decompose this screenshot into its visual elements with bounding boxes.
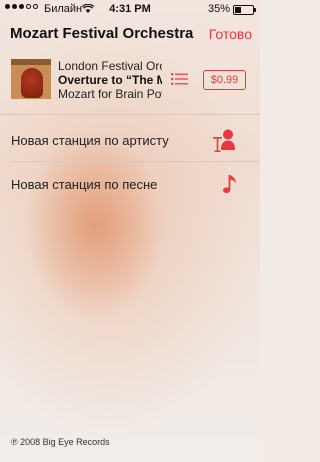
header: Mozart Festival Orchestra Готово — [0, 20, 260, 50]
copyright-notice: ℗ 2008 Big Eye Records — [11, 437, 110, 447]
artwork-title-band — [11, 59, 51, 65]
page-title: Mozart Festival Orchestra — [10, 25, 194, 42]
new-station-by-song[interactable]: Новая станция по песне — [0, 162, 260, 206]
artwork-portrait — [21, 68, 43, 98]
track-list-icon[interactable] — [171, 73, 188, 85]
new-station-by-artist[interactable]: Новая станция по артисту — [0, 118, 260, 162]
battery-icon — [233, 5, 256, 15]
track-album: Mozart for Brain Power — [58, 87, 162, 101]
microphone-person-icon — [213, 129, 235, 152]
track-title: Overture to “The Marriage of Figaro” — [58, 73, 162, 87]
album-artwork[interactable] — [11, 59, 51, 99]
done-button[interactable]: Готово — [209, 26, 252, 42]
buy-price-button[interactable]: $0.99 — [203, 70, 246, 90]
station-label: Новая станция по артисту — [11, 133, 169, 148]
track-row: London Festival Orchestra Overture to “T… — [0, 56, 260, 106]
battery-percentage: 35% — [207, 3, 230, 15]
music-note-icon — [223, 175, 236, 193]
status-bar: Билайн 4:31 PM 35% — [0, 0, 260, 20]
section-divider — [0, 114, 260, 115]
battery-level-fill — [235, 7, 241, 13]
track-artist: London Festival Orchestra — [58, 59, 162, 73]
station-label: Новая станция по песне — [11, 177, 158, 192]
